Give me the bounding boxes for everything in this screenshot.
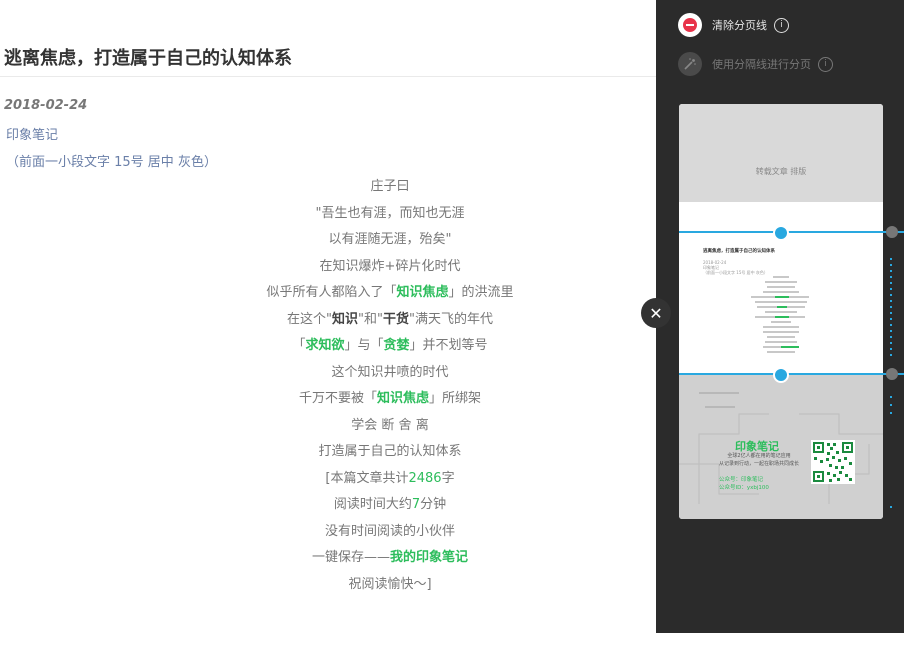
preview-text-lines (751, 276, 809, 353)
use-divider-pagination-button[interactable]: 使用分隔线进行分页 i (678, 51, 833, 77)
scroll-indicator (890, 258, 892, 356)
body-line: 以有涯随无涯，殆矣" (328, 232, 452, 247)
close-panel-button[interactable]: ✕ (641, 298, 671, 328)
info-icon[interactable]: i (774, 17, 789, 33)
bold-text: 知识 (332, 311, 359, 327)
body-line: 学会 断 舍 离 (351, 417, 429, 433)
highlight-text: 知识焦虑 (376, 391, 429, 406)
magic-wand-icon (678, 52, 702, 76)
page-divider-line[interactable] (679, 373, 904, 375)
page-preview[interactable]: 转载文章 排版 逃离焦虑，打造属于自己的认知体系 2018-02-24 印象笔记… (679, 104, 883, 519)
article-body[interactable]: 庄子曰 "吾生也有涯，而知也无涯 以有涯随无涯，殆矣" 在知识爆炸+碎片化时代 … (190, 178, 590, 602)
article-note[interactable]: （前面一小段文字 15号 居中 灰色） (6, 151, 217, 170)
clear-page-lines-button[interactable]: 清除分页线 i (678, 12, 789, 38)
info-icon[interactable]: i (818, 56, 833, 72)
body-line: [本篇文章共计2486字 (325, 470, 455, 486)
preview-account: 公众号：印象笔记 公众号ID：yxbj100 (719, 477, 769, 491)
use-divider-label: 使用分隔线进行分页 (712, 58, 811, 71)
body-line: 这个知识井喷的时代 (331, 364, 449, 380)
article-canvas: 逃离焦虑，打造属于自己的认知体系 2018-02-24 印象笔记 （前面一小段文… (0, 0, 656, 645)
highlight-text: 贪婪 (383, 338, 410, 353)
preview-note: （前面一小段文字 15号 居中 灰色） (703, 270, 768, 275)
bottom-strip (656, 633, 904, 645)
page-divider-line[interactable] (679, 231, 904, 233)
preview-label: 转载文章 排版 (755, 167, 807, 176)
divider-drag-handle[interactable] (773, 367, 789, 383)
divider-drag-handle[interactable] (773, 225, 789, 241)
title-divider (0, 76, 656, 77)
preview-brand-sub2: 从记录到行动，一起在职场共同成长 (718, 461, 799, 467)
divider-end-knob[interactable] (886, 226, 898, 238)
body-line: 阅读时间大约7分钟 (333, 497, 447, 512)
clear-icon (678, 13, 702, 37)
body-line: 在这个"知识"和"干货"满天飞的年代 (287, 311, 493, 327)
body-line: 没有时间阅读的小伙伴 (324, 523, 455, 539)
highlight-text: 知识焦虑 (396, 285, 449, 300)
divider-end-knob[interactable] (886, 368, 898, 380)
body-line: 庄子曰 (370, 179, 410, 194)
preview-brand-sub1: 全球2亿人都在用的笔记应用 (727, 453, 791, 459)
highlight-text: 求知欲 (305, 338, 345, 353)
read-minutes: 7 (411, 497, 421, 512)
clear-label: 清除分页线 (712, 19, 767, 32)
article-title[interactable]: 逃离焦虑，打造属于自己的认知体系 (4, 44, 292, 70)
article-source[interactable]: 印象笔记 (6, 124, 58, 143)
body-line: 一键保存——我的印象笔记 (311, 550, 469, 565)
body-line: 打造属于自己的认知体系 (318, 444, 462, 459)
body-line: "吾生也有涯，而知也无涯 (315, 205, 465, 221)
word-count: 2486 (408, 470, 442, 486)
preview-title: 逃离焦虑，打造属于自己的认知体系 (703, 249, 775, 254)
body-line: 「求知欲」与「贪婪」并不划等号 (292, 338, 488, 353)
body-line: 祝阅读愉快～] (348, 576, 432, 592)
bold-text: 干货 (382, 311, 409, 327)
scroll-indicator (890, 396, 892, 508)
body-line: 千万不要被「知识焦虑」所绑架 (298, 391, 482, 406)
highlight-text: 我的印象笔记 (390, 550, 469, 565)
preview-page-1: 转载文章 排版 (679, 104, 883, 202)
article-date[interactable]: 2018-02-24 (4, 98, 87, 113)
qr-code-icon (811, 440, 855, 484)
body-line: 在知识爆炸+碎片化时代 (319, 258, 461, 274)
body-line: 似乎所有人都陷入了「知识焦虑」的洪流里 (266, 285, 514, 300)
